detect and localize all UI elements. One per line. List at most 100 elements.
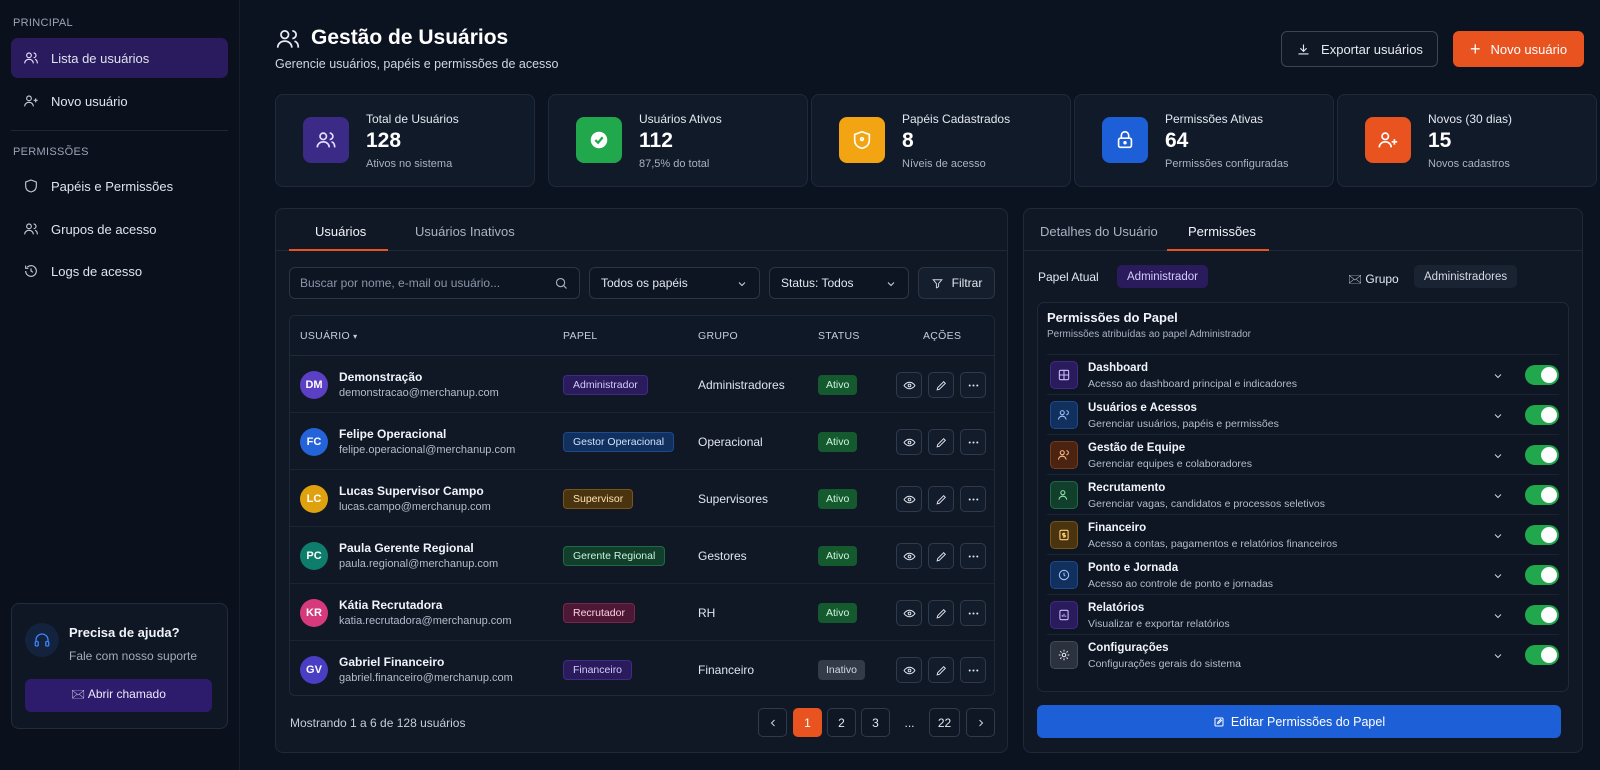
pagination-next[interactable] bbox=[966, 708, 995, 737]
filter-button[interactable]: Filtrar bbox=[918, 267, 995, 299]
view-button[interactable] bbox=[896, 429, 922, 455]
open-ticket-button[interactable]: 🖂 Abrir chamado bbox=[25, 679, 212, 712]
clock-icon bbox=[1050, 561, 1078, 589]
edit-button[interactable] bbox=[928, 429, 954, 455]
more-button[interactable] bbox=[960, 543, 986, 569]
more-button[interactable] bbox=[960, 372, 986, 398]
permission-row[interactable]: Dashboard Acesso ao dashboard principal … bbox=[1047, 354, 1559, 394]
permission-row[interactable]: Financeiro Acesso a contas, pagamentos e… bbox=[1047, 514, 1559, 554]
export-label: Exportar usuários bbox=[1321, 41, 1423, 57]
user-group: Supervisores bbox=[698, 492, 769, 506]
user-name: Felipe Operacional bbox=[339, 427, 447, 441]
role-badge: Gestor Operacional bbox=[563, 432, 675, 452]
chevron-down-icon[interactable] bbox=[1492, 609, 1504, 621]
permission-toggle[interactable] bbox=[1525, 405, 1559, 425]
permission-toggle[interactable] bbox=[1525, 605, 1559, 625]
new-user-button[interactable]: + Novo usuário bbox=[1453, 31, 1584, 67]
permission-row[interactable]: Ponto e Jornada Acesso ao controle de po… bbox=[1047, 554, 1559, 594]
chevron-right-icon bbox=[978, 719, 983, 726]
search-placeholder: Buscar por nome, e-mail ou usuário... bbox=[300, 276, 501, 290]
permission-toggle[interactable] bbox=[1525, 445, 1559, 465]
sidebar-item-logs[interactable]: Logs de acesso bbox=[11, 251, 228, 291]
view-button[interactable] bbox=[896, 600, 922, 626]
pagination-prev[interactable] bbox=[758, 708, 787, 737]
pagination-page-1[interactable]: 1 bbox=[793, 708, 822, 737]
edit-button[interactable] bbox=[928, 543, 954, 569]
pagination-page-22[interactable]: 22 bbox=[929, 708, 960, 737]
user-email: gabriel.financeiro@merchanup.com bbox=[339, 672, 513, 684]
sidebar-item-lista-usuarios[interactable]: Lista de usuários bbox=[11, 38, 228, 78]
user-name: Demonstração bbox=[339, 370, 423, 384]
permission-toggle[interactable] bbox=[1525, 645, 1559, 665]
tabs-divider bbox=[1024, 250, 1582, 251]
pagination-page-2[interactable]: 2 bbox=[827, 708, 856, 737]
chevron-down-icon[interactable] bbox=[1492, 529, 1504, 541]
search-input[interactable]: Buscar por nome, e-mail ou usuário... bbox=[289, 267, 580, 299]
permission-row[interactable]: Gestão de Equipe Gerenciar equipes e col… bbox=[1047, 434, 1559, 474]
table-row[interactable]: PC Paula Gerente Regional paula.regional… bbox=[290, 527, 994, 584]
pagination-page-3[interactable]: 3 bbox=[861, 708, 890, 737]
table-row[interactable]: LC Lucas Supervisor Campo lucas.campo@me… bbox=[290, 470, 994, 527]
table-row[interactable]: FC Felipe Operacional felipe.operacional… bbox=[290, 413, 994, 470]
chevron-down-icon[interactable] bbox=[1492, 569, 1504, 581]
page-title: Gestão de Usuários bbox=[311, 26, 509, 49]
table-row[interactable]: KR Kátia Recrutadora katia.recrutadora@m… bbox=[290, 584, 994, 641]
users-icon bbox=[303, 117, 349, 163]
sidebar-item-label: Lista de usuários bbox=[51, 50, 150, 66]
help-title: Precisa de ajuda? bbox=[69, 625, 180, 640]
sidebar-item-label: Novo usuário bbox=[51, 93, 128, 109]
tab-usuarios-inativos[interactable]: Usuários Inativos bbox=[415, 224, 515, 239]
chevron-down-icon[interactable] bbox=[1492, 409, 1504, 421]
stat-sub: Níveis de acesso bbox=[902, 158, 986, 170]
edit-icon bbox=[1214, 717, 1224, 726]
user-group: Financeiro bbox=[698, 663, 755, 677]
more-button[interactable] bbox=[960, 600, 986, 626]
permission-toggle[interactable] bbox=[1525, 365, 1559, 385]
edit-button[interactable] bbox=[928, 486, 954, 512]
permission-toggle[interactable] bbox=[1525, 525, 1559, 545]
more-button[interactable] bbox=[960, 429, 986, 455]
sidebar-section-permissoes: PERMISSÕES bbox=[13, 146, 89, 158]
export-users-button[interactable]: Exportar usuários bbox=[1281, 31, 1438, 67]
stat-card-active: Usuários Ativos 112 87,5% do total bbox=[548, 94, 808, 187]
tab-usuarios[interactable]: Usuários bbox=[315, 224, 366, 239]
permission-desc: Acesso a contas, pagamentos e relatórios… bbox=[1088, 538, 1338, 550]
permission-toggle[interactable] bbox=[1525, 565, 1559, 585]
chevron-down-icon[interactable] bbox=[1492, 449, 1504, 461]
table-row[interactable]: DM Demonstração demonstracao@merchanup.c… bbox=[290, 356, 994, 413]
stat-value: 128 bbox=[366, 129, 402, 152]
permission-row[interactable]: Usuários e Acessos Gerenciar usuários, p… bbox=[1047, 394, 1559, 434]
role-filter-select[interactable]: Todos os papéis bbox=[589, 267, 760, 299]
view-button[interactable] bbox=[896, 486, 922, 512]
sidebar-item-papeis[interactable]: Papéis e Permissões bbox=[11, 166, 228, 206]
edit-button[interactable] bbox=[928, 372, 954, 398]
table-row[interactable]: GV Gabriel Financeiro gabriel.financeiro… bbox=[290, 641, 994, 695]
permission-row[interactable]: Relatórios Visualizar e exportar relatór… bbox=[1047, 594, 1559, 634]
user-group: Gestores bbox=[698, 549, 747, 563]
tab-detalhes-usuario[interactable]: Detalhes do Usuário bbox=[1040, 224, 1158, 239]
user-search-icon bbox=[1050, 481, 1078, 509]
view-button[interactable] bbox=[896, 657, 922, 683]
more-button[interactable] bbox=[960, 657, 986, 683]
role-permissions-box: Permissões do Papel Permissões atribuída… bbox=[1037, 302, 1569, 692]
sidebar-item-novo-usuario[interactable]: Novo usuário bbox=[11, 81, 228, 121]
role-chip: Administrador bbox=[1117, 265, 1208, 288]
view-button[interactable] bbox=[896, 372, 922, 398]
stat-sub: Ativos no sistema bbox=[366, 158, 453, 170]
column-header-usuario[interactable]: USUÁRIO ▾ bbox=[300, 330, 358, 342]
permission-row[interactable]: Recrutamento Gerenciar vagas, candidatos… bbox=[1047, 474, 1559, 514]
user-name: Kátia Recrutadora bbox=[339, 598, 443, 612]
permission-row[interactable]: Configurações Configurações gerais do si… bbox=[1047, 634, 1559, 674]
edit-role-permissions-button[interactable]: Editar Permissões do Papel bbox=[1037, 705, 1561, 738]
sidebar-item-grupos[interactable]: Grupos de acesso bbox=[11, 209, 228, 249]
chevron-down-icon[interactable] bbox=[1492, 649, 1504, 661]
tab-permissoes[interactable]: Permissões bbox=[1188, 224, 1256, 239]
edit-button[interactable] bbox=[928, 600, 954, 626]
chevron-down-icon[interactable] bbox=[1492, 369, 1504, 381]
edit-button[interactable] bbox=[928, 657, 954, 683]
status-filter-select[interactable]: Status: Todos bbox=[769, 267, 909, 299]
more-button[interactable] bbox=[960, 486, 986, 512]
chevron-down-icon[interactable] bbox=[1492, 489, 1504, 501]
permission-toggle[interactable] bbox=[1525, 485, 1559, 505]
view-button[interactable] bbox=[896, 543, 922, 569]
